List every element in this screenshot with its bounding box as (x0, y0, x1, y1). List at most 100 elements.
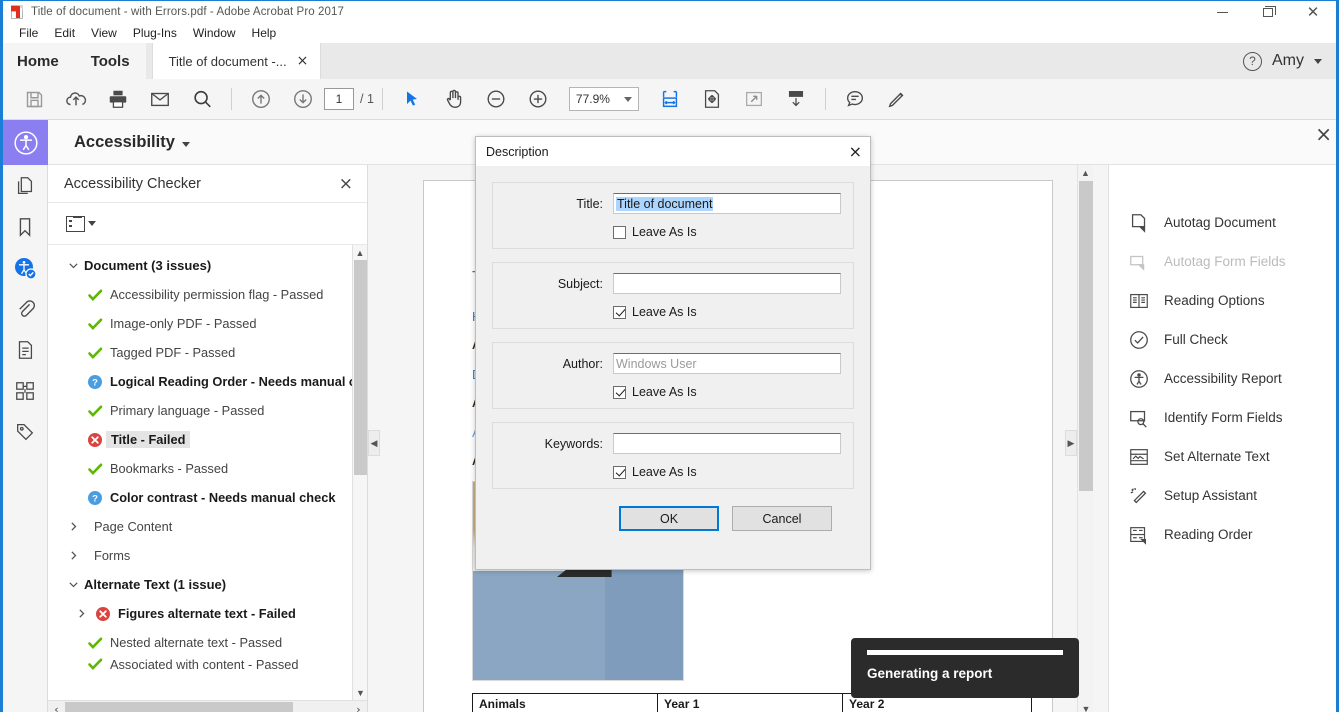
tree-group-document[interactable]: Document (3 issues) (48, 251, 367, 280)
cancel-button[interactable]: Cancel (732, 506, 832, 531)
chevron-right-icon[interactable] (70, 608, 92, 619)
menu-plugins[interactable]: Plug-Ins (125, 23, 185, 43)
tool-autotag-document[interactable]: Autotag Document (1109, 203, 1336, 242)
keywords-leave-as-is-row[interactable]: Leave As Is (493, 465, 841, 479)
chevron-down-icon[interactable] (62, 579, 84, 590)
chevron-down-icon[interactable] (181, 141, 190, 147)
email-icon[interactable] (139, 79, 181, 120)
tab-close-icon[interactable]: × (297, 53, 309, 69)
tree-item-accessibility-permission-flag[interactable]: Accessibility permission flag - Passed (48, 280, 367, 309)
attachments-icon[interactable] (3, 288, 48, 329)
author-leave-as-is-checkbox[interactable] (613, 385, 626, 399)
tree-item-bookmarks[interactable]: Bookmarks - Passed (48, 454, 367, 483)
document-vertical-scrollbar[interactable]: ▲ ▼ (1077, 165, 1093, 712)
menu-window[interactable]: Window (185, 23, 244, 43)
search-icon[interactable] (181, 79, 223, 120)
subject-leave-as-is-row[interactable]: Leave As Is (493, 305, 841, 319)
next-page-icon[interactable] (282, 79, 324, 120)
minimize-button[interactable] (1200, 1, 1245, 23)
zoom-out-icon[interactable] (475, 79, 517, 120)
select-tool-icon[interactable] (391, 79, 433, 120)
keywords-input[interactable] (613, 433, 841, 454)
title-leave-as-is-row[interactable]: Leave As Is (493, 225, 841, 239)
collapse-left-panel-icon[interactable]: ◀ (368, 430, 380, 456)
tool-set-alternate-text[interactable]: Set Alternate Text (1109, 437, 1336, 476)
accessibility-checker-icon[interactable] (3, 247, 48, 288)
menu-edit[interactable]: Edit (46, 23, 83, 43)
tool-full-check[interactable]: Full Check (1109, 320, 1336, 359)
scrollbar-track[interactable] (65, 701, 350, 712)
title-input[interactable]: Title of document (613, 193, 841, 214)
tab-tools[interactable]: Tools (74, 43, 146, 79)
save-icon[interactable] (13, 79, 55, 120)
tree-item-title-failed[interactable]: Title - Failed (48, 425, 367, 454)
scrollbar-thumb[interactable] (65, 701, 293, 712)
scroll-up-icon[interactable]: ▲ (1078, 165, 1093, 181)
tree-group-forms[interactable]: Forms (48, 541, 367, 570)
menu-help[interactable]: Help (244, 23, 285, 43)
tree-item-color-contrast[interactable]: ? Color contrast - Needs manual check (48, 483, 367, 512)
maximize-button[interactable] (1245, 1, 1290, 23)
help-icon[interactable]: ? (1243, 51, 1262, 71)
chevron-down-icon[interactable] (1314, 58, 1322, 64)
tree-item-nested-alternate-text[interactable]: Nested alternate text - Passed (48, 628, 367, 657)
user-name[interactable]: Amy (1272, 52, 1304, 70)
print-icon[interactable] (97, 79, 139, 120)
subject-leave-as-is-checkbox[interactable] (613, 305, 626, 319)
page-number-input[interactable]: 1 (324, 88, 354, 110)
scroll-down-icon[interactable]: ▼ (353, 685, 367, 700)
menu-view[interactable]: View (83, 23, 125, 43)
tree-item-associated-with-content[interactable]: Associated with content - Passed (48, 657, 367, 671)
ok-button[interactable]: OK (619, 506, 719, 531)
close-checker-icon[interactable]: × (339, 174, 353, 194)
content-icon[interactable] (3, 329, 48, 370)
collapse-right-panel-icon[interactable]: ▶ (1065, 430, 1077, 456)
scroll-up-icon[interactable]: ▲ (353, 245, 367, 260)
author-input[interactable]: Windows User (613, 353, 841, 374)
title-leave-as-is-checkbox[interactable] (613, 225, 626, 239)
chevron-down-icon[interactable] (88, 221, 96, 226)
menu-file[interactable]: File (11, 23, 46, 43)
tool-reading-options[interactable]: Reading Options (1109, 281, 1336, 320)
chevron-right-icon[interactable] (62, 521, 84, 532)
tree-group-page-content[interactable]: Page Content (48, 512, 367, 541)
bookmarks-icon[interactable] (3, 206, 48, 247)
scroll-left-icon[interactable]: ‹ (48, 703, 65, 712)
scroll-down-icon[interactable] (775, 79, 817, 120)
comment-icon[interactable] (834, 79, 876, 120)
author-leave-as-is-row[interactable]: Leave As Is (493, 385, 841, 399)
checker-horizontal-scrollbar[interactable]: ‹ › (48, 700, 367, 712)
chevron-down-icon[interactable] (62, 260, 84, 271)
zoom-in-icon[interactable] (517, 79, 559, 120)
fit-page-icon[interactable] (691, 79, 733, 120)
close-accessibility-icon[interactable]: × (1315, 122, 1332, 146)
accessibility-tool-icon[interactable] (3, 120, 48, 165)
hand-tool-icon[interactable] (433, 79, 475, 120)
fit-width-icon[interactable] (649, 79, 691, 120)
tree-group-alternate-text[interactable]: Alternate Text (1 issue) (48, 570, 367, 599)
checker-vertical-scrollbar[interactable]: ▲ ▼ (352, 245, 367, 700)
tree-item-tagged-pdf[interactable]: Tagged PDF - Passed (48, 338, 367, 367)
scrollbar-thumb[interactable] (354, 260, 367, 475)
tree-item-figures-alternate-text[interactable]: Figures alternate text - Failed (48, 599, 367, 628)
close-dialog-icon[interactable]: × (849, 142, 862, 161)
scrollbar-thumb[interactable] (1079, 181, 1093, 491)
tool-setup-assistant[interactable]: Setup Assistant (1109, 476, 1336, 515)
subject-input[interactable] (613, 273, 841, 294)
highlight-icon[interactable] (876, 79, 918, 120)
list-options-icon[interactable] (66, 215, 85, 232)
keywords-leave-as-is-checkbox[interactable] (613, 465, 626, 479)
previous-page-icon[interactable] (240, 79, 282, 120)
tree-item-logical-reading-order[interactable]: ? Logical Reading Order - Needs manual c… (48, 367, 367, 396)
zoom-level-select[interactable]: 77.9% (568, 87, 639, 111)
tree-item-primary-language[interactable]: Primary language - Passed (48, 396, 367, 425)
tree-item-image-only-pdf[interactable]: Image-only PDF - Passed (48, 309, 367, 338)
page-thumbnails-icon[interactable] (3, 165, 48, 206)
scroll-down-icon[interactable]: ▼ (1078, 701, 1094, 712)
tab-document[interactable]: Title of document -... × (151, 43, 322, 79)
chevron-right-icon[interactable] (62, 550, 84, 561)
tags-alt-icon[interactable] (3, 411, 48, 452)
upload-cloud-icon[interactable] (55, 79, 97, 120)
tool-accessibility-report[interactable]: Accessibility Report (1109, 359, 1336, 398)
close-window-button[interactable]: ✕ (1290, 1, 1336, 23)
